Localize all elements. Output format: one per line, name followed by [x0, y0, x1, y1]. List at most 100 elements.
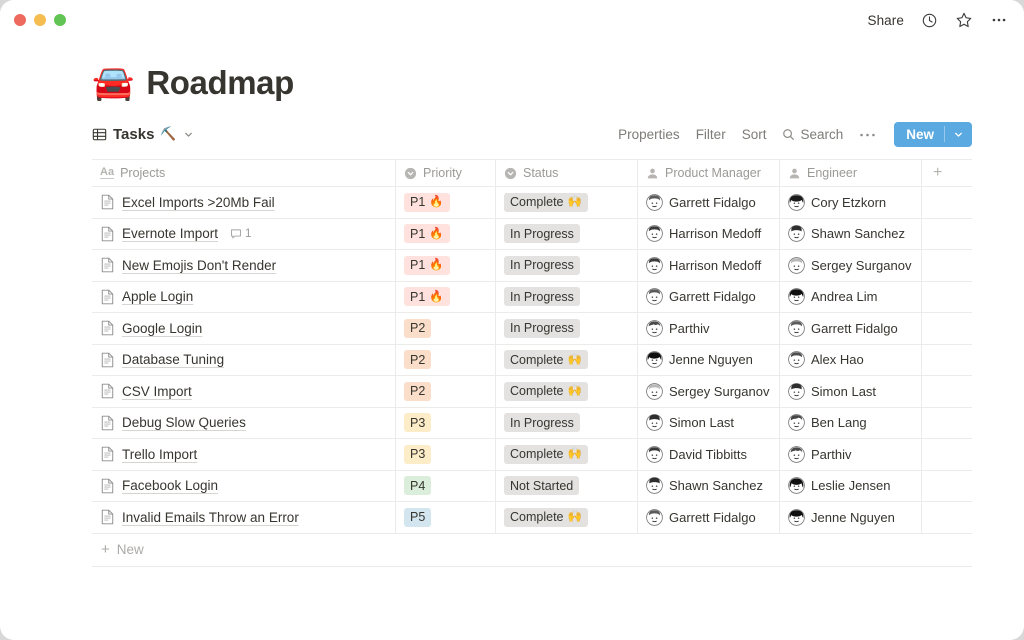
filter-button[interactable]: Filter — [696, 127, 726, 142]
view-more-icon[interactable] — [859, 130, 876, 138]
table-row[interactable]: Google Login P2 In Progress Parthiv Garr… — [92, 313, 972, 345]
cell-engineer[interactable]: Ben Lang — [780, 407, 922, 438]
table-row[interactable]: Trello Import P3 Complete 🙌 David Tibbitt… — [92, 439, 972, 471]
table-row[interactable]: Apple Login P1 🔥 In Progress Garrett Fida… — [92, 281, 972, 313]
project-name[interactable]: Apple Login — [122, 289, 193, 304]
cell-status[interactable]: In Progress — [496, 281, 638, 312]
cell-product-manager[interactable]: Garrett Fidalgo — [638, 502, 780, 533]
project-name[interactable]: Trello Import — [122, 447, 197, 462]
cell-project[interactable]: Evernote Import 1 — [92, 218, 396, 249]
cell-engineer[interactable]: Alex Hao — [780, 344, 922, 375]
star-icon[interactable] — [955, 11, 973, 29]
cell-engineer[interactable]: Cory Etzkorn — [780, 187, 922, 218]
cell-status[interactable]: In Progress — [496, 313, 638, 344]
cell-product-manager[interactable]: Jenne Nguyen — [638, 344, 780, 375]
cell-priority[interactable]: P2 — [396, 313, 496, 344]
comment-count[interactable]: 1 — [230, 228, 251, 240]
cell-product-manager[interactable]: Shawn Sanchez — [638, 470, 780, 501]
close-window-button[interactable] — [14, 14, 26, 26]
tab-tasks[interactable]: Tasks ⛏️ — [92, 126, 194, 143]
cell-priority[interactable]: P5 — [396, 502, 496, 533]
table-row[interactable]: Invalid Emails Throw an Error P5 Complet… — [92, 502, 972, 534]
maximize-window-button[interactable] — [54, 14, 66, 26]
cell-engineer[interactable]: Garrett Fidalgo — [780, 313, 922, 344]
cell-engineer[interactable]: Shawn Sanchez — [780, 218, 922, 249]
cell-priority[interactable]: P3 — [396, 407, 496, 438]
cell-status[interactable]: Complete 🙌 — [496, 376, 638, 407]
table-row[interactable]: Excel Imports >20Mb Fail P1 🔥 Complete 🙌 G… — [92, 187, 972, 219]
cell-project[interactable]: Invalid Emails Throw an Error — [92, 502, 396, 533]
project-name[interactable]: Database Tuning — [122, 352, 224, 367]
minimize-window-button[interactable] — [34, 14, 46, 26]
search-button[interactable]: Search — [782, 127, 843, 142]
cell-product-manager[interactable]: Garrett Fidalgo — [638, 187, 780, 218]
cell-status[interactable]: Complete 🙌 — [496, 439, 638, 470]
clock-icon[interactable] — [921, 12, 938, 29]
column-header-priority[interactable]: Priority — [396, 160, 496, 186]
new-button[interactable]: New — [894, 121, 972, 147]
table-row[interactable]: Debug Slow Queries P3 In Progress Simon … — [92, 407, 972, 439]
cell-status[interactable]: In Progress — [496, 407, 638, 438]
cell-project[interactable]: Apple Login — [92, 281, 396, 312]
cell-status[interactable]: Complete 🙌 — [496, 502, 638, 533]
cell-product-manager[interactable]: Garrett Fidalgo — [638, 281, 780, 312]
table-row[interactable]: Database Tuning P2 Complete 🙌 Jenne Nguye… — [92, 344, 972, 376]
project-name[interactable]: Evernote Import — [122, 226, 218, 241]
cell-product-manager[interactable]: Harrison Medoff — [638, 250, 780, 281]
new-row-button[interactable]: + New — [92, 534, 972, 567]
column-header-projects[interactable]: Aa Projects — [92, 160, 396, 186]
project-name[interactable]: CSV Import — [122, 384, 192, 399]
column-header-status[interactable]: Status — [496, 160, 638, 186]
project-name[interactable]: Google Login — [122, 321, 202, 336]
cell-project[interactable]: Google Login — [92, 313, 396, 344]
properties-button[interactable]: Properties — [618, 127, 680, 142]
cell-priority[interactable]: P1 🔥 — [396, 187, 496, 218]
cell-engineer[interactable]: Sergey Surganov — [780, 250, 922, 281]
chevron-down-icon[interactable] — [183, 129, 194, 140]
table-row[interactable]: CSV Import P2 Complete🙌 Sergey Surganov — [92, 376, 972, 408]
table-row[interactable]: New Emojis Don't Render P1 🔥 In Progress … — [92, 250, 972, 282]
cell-project[interactable]: Trello Import — [92, 439, 396, 470]
cell-product-manager[interactable]: Parthiv — [638, 313, 780, 344]
cell-engineer[interactable]: Andrea Lim — [780, 281, 922, 312]
cell-priority[interactable]: P4 — [396, 470, 496, 501]
cell-project[interactable]: Database Tuning — [92, 344, 396, 375]
cell-priority[interactable]: P1 🔥 — [396, 250, 496, 281]
new-button-chevron-down-icon[interactable] — [945, 129, 972, 140]
cell-priority[interactable]: P2 — [396, 376, 496, 407]
cell-project[interactable]: Excel Imports >20Mb Fail — [92, 187, 396, 218]
cell-status[interactable]: Complete 🙌 — [496, 187, 638, 218]
project-name[interactable]: Excel Imports >20Mb Fail — [122, 195, 275, 210]
cell-project[interactable]: New Emojis Don't Render — [92, 250, 396, 281]
cell-priority[interactable]: P1 🔥 — [396, 281, 496, 312]
cell-status[interactable]: In Progress — [496, 250, 638, 281]
column-header-product-manager[interactable]: Product Manager — [638, 160, 780, 186]
cell-engineer[interactable]: Leslie Jensen — [780, 470, 922, 501]
project-name[interactable]: Invalid Emails Throw an Error — [122, 510, 299, 525]
project-name[interactable]: New Emojis Don't Render — [122, 258, 276, 273]
cell-project[interactable]: CSV Import — [92, 376, 396, 407]
car-icon[interactable]: 🚘 — [92, 66, 134, 100]
cell-priority[interactable]: P2 — [396, 344, 496, 375]
cell-product-manager[interactable]: Harrison Medoff — [638, 218, 780, 249]
table-row[interactable]: Facebook Login P4 Not Started Shawn Sanc… — [92, 470, 972, 502]
cell-engineer[interactable]: Parthiv — [780, 439, 922, 470]
cell-project[interactable]: Debug Slow Queries — [92, 407, 396, 438]
cell-product-manager[interactable]: Simon Last — [638, 407, 780, 438]
project-name[interactable]: Facebook Login — [122, 478, 218, 493]
cell-product-manager[interactable]: David Tibbitts — [638, 439, 780, 470]
sort-button[interactable]: Sort — [742, 127, 767, 142]
cell-product-manager[interactable]: Sergey Surganov — [638, 376, 780, 407]
table-row[interactable]: Evernote Import 1 P1 🔥 In Progress Harris… — [92, 218, 972, 250]
cell-status[interactable]: Not Started — [496, 470, 638, 501]
column-header-engineer[interactable]: Engineer — [780, 160, 922, 186]
cell-project[interactable]: Facebook Login — [92, 470, 396, 501]
cell-priority[interactable]: P3 — [396, 439, 496, 470]
cell-engineer[interactable]: Simon Last — [780, 376, 922, 407]
page-title-text[interactable]: Roadmap — [146, 64, 294, 102]
more-icon[interactable] — [990, 11, 1008, 29]
add-column-button[interactable]: + — [922, 160, 972, 186]
share-button[interactable]: Share — [867, 13, 904, 28]
cell-status[interactable]: Complete 🙌 — [496, 344, 638, 375]
project-name[interactable]: Debug Slow Queries — [122, 415, 246, 430]
